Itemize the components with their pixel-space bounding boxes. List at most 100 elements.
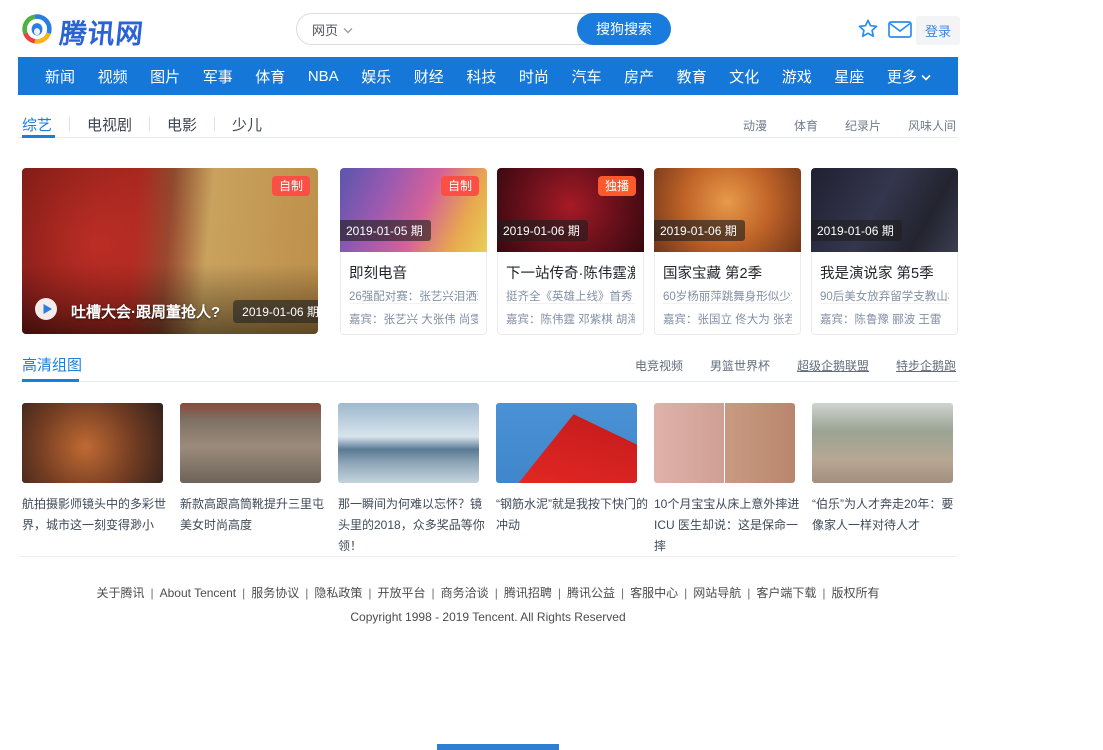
page-footer: 关于腾讯About Tencent服务协议隐私政策开放平台商务洽谈腾讯招聘腾讯公… xyxy=(18,584,958,624)
tab-kids[interactable]: 少儿 xyxy=(232,114,262,135)
tab-variety[interactable]: 综艺 xyxy=(22,114,52,135)
link-penguin-run[interactable]: 特步企鹅跑 xyxy=(896,357,956,374)
photo-caption[interactable]: 航拍摄影师镜头中的多彩世界，城市这一刻变得渺小 xyxy=(22,494,174,536)
photo-card[interactable]: 新款高跟高筒靴提升三里屯美女时尚高度 xyxy=(180,403,321,536)
mail-icon[interactable] xyxy=(888,21,912,43)
video-guests: 嘉宾：张艺兴 大张伟 尚雯婕 xyxy=(349,303,478,325)
link-anime[interactable]: 动漫 xyxy=(743,117,767,134)
photo-section-links: 电竞视频 男篮世界杯 超级企鹅联盟 特步企鹅跑 xyxy=(635,357,956,374)
photo-thumbnail xyxy=(654,403,795,483)
photo-card[interactable]: 10个月宝宝从床上意外摔进 ICU 医生却说：这是保命一摔 xyxy=(654,403,795,557)
nav-item-edu[interactable]: 教育 xyxy=(677,66,707,87)
site-name: 腾讯网 xyxy=(58,12,146,51)
nav-item-pics[interactable]: 图片 xyxy=(150,66,180,87)
footer-link-open-platform[interactable]: 开放平台 xyxy=(378,586,441,600)
nav-item-nba[interactable]: NBA xyxy=(308,68,339,85)
link-penguin-league[interactable]: 超级企鹅联盟 xyxy=(797,357,869,374)
footer-link-about-cn[interactable]: 关于腾讯 xyxy=(96,586,159,600)
nav-item-video[interactable]: 视频 xyxy=(98,66,128,87)
nav-item-finance[interactable]: 财经 xyxy=(414,66,444,87)
photo-caption[interactable]: 新款高跟高筒靴提升三里屯美女时尚高度 xyxy=(180,494,332,536)
nav-item-house[interactable]: 房产 xyxy=(624,66,654,87)
footer-link-copyright-info[interactable]: 版权所有 xyxy=(832,586,880,600)
self-produced-badge: 自制 xyxy=(441,176,479,196)
nav-item-fashion[interactable]: 时尚 xyxy=(519,66,549,87)
search-input[interactable] xyxy=(363,14,577,44)
link-documentary[interactable]: 纪录片 xyxy=(845,117,881,134)
footer-link-service[interactable]: 客服中心 xyxy=(630,586,693,600)
episode-badge: 2019-01-06 期 xyxy=(233,300,318,323)
site-logo[interactable]: 腾讯网 xyxy=(20,12,144,51)
photo-caption[interactable]: “伯乐”为人才奔走20年：要像家人一样对待人才 xyxy=(812,494,964,536)
video-subtitle: 60岁杨丽萍跳舞身形似少女 xyxy=(663,288,792,302)
divider xyxy=(18,381,958,382)
photo-thumbnail xyxy=(180,403,321,483)
footer-link-privacy[interactable]: 隐私政策 xyxy=(314,586,377,600)
chevron-down-icon xyxy=(921,68,931,85)
favorite-star-icon[interactable] xyxy=(857,18,879,45)
nav-item-news[interactable]: 新闻 xyxy=(45,66,75,87)
video-card[interactable]: 2019-01-06 期 国家宝藏 第2季 60岁杨丽萍跳舞身形似少女 嘉宾：张… xyxy=(654,168,801,335)
active-tab-underline xyxy=(22,135,55,138)
photo-card[interactable]: “伯乐”为人才奔走20年：要像家人一样对待人才 xyxy=(812,403,953,536)
nav-item-culture[interactable]: 文化 xyxy=(729,66,759,87)
footer-link-terms[interactable]: 服务协议 xyxy=(251,586,314,600)
video-card-body: 我是演说家 第5季 90后美女放弃留学支教山村 嘉宾：陈鲁豫 郦波 王雷 xyxy=(811,252,958,335)
nav-item-ent[interactable]: 娱乐 xyxy=(361,66,391,87)
link-esports-video[interactable]: 电竞视频 xyxy=(635,357,683,374)
tab-movies[interactable]: 电影 xyxy=(167,114,197,135)
link-fengwei[interactable]: 风味人间 xyxy=(908,117,956,134)
self-produced-badge: 自制 xyxy=(272,176,310,196)
search-button[interactable]: 搜狗搜索 xyxy=(577,13,671,45)
nav-item-astro[interactable]: 星座 xyxy=(834,66,864,87)
video-title[interactable]: 国家宝藏 第2季 xyxy=(663,262,792,281)
nav-item-sports[interactable]: 体育 xyxy=(255,66,285,87)
featured-overlay: 吐槽大会·跟周董抢人? 2019-01-06 期 xyxy=(22,288,318,334)
photo-card[interactable]: 航拍摄影师镜头中的多彩世界，城市这一刻变得渺小 xyxy=(22,403,163,536)
nav-item-more[interactable]: 更多 xyxy=(887,66,931,87)
nav-item-military[interactable]: 军事 xyxy=(203,66,233,87)
video-guests: 嘉宾：张国立 佟大为 张若昀 xyxy=(663,303,792,325)
footer-link-about-en[interactable]: About Tencent xyxy=(160,586,252,600)
video-title[interactable]: 我是演说家 第5季 xyxy=(820,262,949,281)
login-button[interactable]: 登录 xyxy=(916,16,960,45)
play-icon[interactable] xyxy=(34,297,58,326)
nav-item-tech[interactable]: 科技 xyxy=(466,66,496,87)
video-title[interactable]: 即刻电音 xyxy=(349,262,478,281)
footer-link-client-download[interactable]: 客户端下载 xyxy=(756,586,831,600)
footer-link-sitemap[interactable]: 网站导航 xyxy=(693,586,756,600)
video-thumbnail: 2019-01-06 期 xyxy=(811,168,958,252)
photo-caption[interactable]: 10个月宝宝从床上意外摔进 ICU 医生却说：这是保命一摔 xyxy=(654,494,806,557)
video-card[interactable]: 自制 2019-01-05 期 即刻电音 26强配对赛：张艺兴泪洒现场 嘉宾：张… xyxy=(340,168,487,335)
footer-link-jobs[interactable]: 腾讯招聘 xyxy=(504,586,567,600)
featured-title: 吐槽大会·跟周董抢人? xyxy=(71,301,220,322)
video-card[interactable]: 2019-01-06 期 我是演说家 第5季 90后美女放弃留学支教山村 嘉宾：… xyxy=(811,168,958,335)
video-card-body: 即刻电音 26强配对赛：张艺兴泪洒现场 嘉宾：张艺兴 大张伟 尚雯婕 xyxy=(340,252,487,335)
tencent-logo-icon xyxy=(20,12,54,51)
photo-caption[interactable]: 那一瞬间为何难以忘怀？镜头里的2018，众多奖品等你领！ xyxy=(338,494,490,557)
video-title[interactable]: 下一站传奇·陈伟霆激动 xyxy=(506,262,635,281)
episode-badge: 2019-01-06 期 xyxy=(654,220,745,241)
photo-card[interactable]: 那一瞬间为何难以忘怀？镜头里的2018，众多奖品等你领！ xyxy=(338,403,479,557)
divider xyxy=(18,556,958,557)
tab-tv-series[interactable]: 电视剧 xyxy=(87,114,132,135)
featured-video-card[interactable]: 自制 吐槽大会·跟周董抢人? 2019-01-06 期 xyxy=(22,168,318,334)
search-scope-dropdown[interactable]: 网页 xyxy=(297,20,363,39)
exclusive-badge: 独播 xyxy=(598,176,636,196)
nav-item-games[interactable]: 游戏 xyxy=(782,66,812,87)
photo-card[interactable]: “钢筋水泥”就是我按下快门的冲动 xyxy=(496,403,637,536)
photo-caption[interactable]: “钢筋水泥”就是我按下快门的冲动 xyxy=(496,494,648,536)
section-title-hd-photos[interactable]: 高清组图 xyxy=(22,354,82,375)
category-tabs: 综艺 电视剧 电影 少儿 xyxy=(22,112,262,136)
below-fold-banner-edge xyxy=(437,744,559,750)
footer-links: 关于腾讯About Tencent服务协议隐私政策开放平台商务洽谈腾讯招聘腾讯公… xyxy=(18,584,958,601)
video-guests: 嘉宾：陈鲁豫 郦波 王雷 xyxy=(820,303,949,325)
photo-thumbnail xyxy=(812,403,953,483)
video-thumbnail: 2019-01-06 期 xyxy=(654,168,801,252)
video-card[interactable]: 独播 2019-01-06 期 下一站传奇·陈伟霆激动 挺齐全《英雄上线》首秀 … xyxy=(497,168,644,335)
link-basketball-cup[interactable]: 男篮世界杯 xyxy=(710,357,770,374)
nav-item-auto[interactable]: 汽车 xyxy=(571,66,601,87)
footer-link-charity[interactable]: 腾讯公益 xyxy=(567,586,630,600)
footer-link-business[interactable]: 商务洽谈 xyxy=(441,586,504,600)
link-sports[interactable]: 体育 xyxy=(794,117,818,134)
